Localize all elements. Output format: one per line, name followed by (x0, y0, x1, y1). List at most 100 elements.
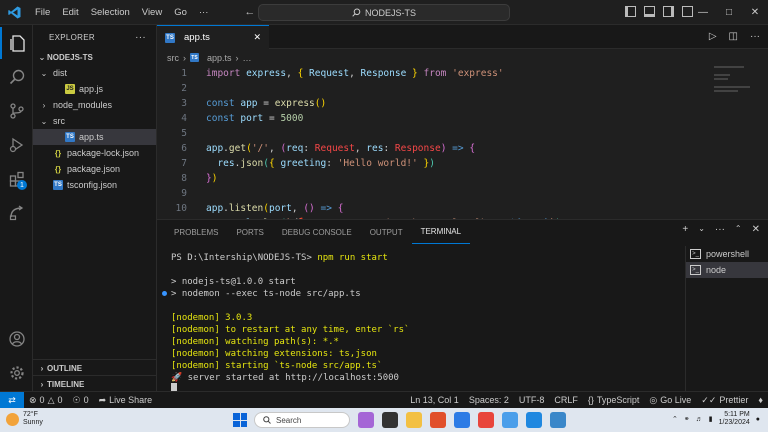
volume-icon[interactable]: ♬ (696, 416, 703, 423)
menu-go[interactable]: Go (168, 7, 193, 18)
file-tree-item[interactable]: ⌄ dist (33, 65, 156, 81)
notification-icon[interactable]: ● (756, 416, 760, 423)
code-editor[interactable]: 1 import express, { Request, Response } … (157, 66, 768, 219)
file-tree-item[interactable]: › node_modules (33, 97, 156, 113)
chevron-down-icon[interactable]: ⌄ (698, 224, 705, 235)
split-editor-icon[interactable]: ◫ (729, 31, 738, 42)
code-line: 1 import express, { Request, Response } … (157, 66, 717, 81)
go-live-button[interactable]: ◎ Go Live (644, 395, 696, 406)
taskbar-search[interactable]: Search (254, 412, 350, 428)
chrome-icon[interactable] (478, 412, 494, 428)
command-decoration-icon[interactable] (162, 291, 167, 296)
terminal-item-node[interactable]: >_ node (686, 262, 768, 278)
battery-icon[interactable]: ▮ (709, 415, 713, 423)
menu-edit[interactable]: Edit (56, 7, 84, 18)
maximize-panel-icon[interactable]: ⌃ (735, 224, 742, 235)
brave-browser-icon[interactable] (430, 412, 446, 428)
file-tree-item[interactable]: {} package-lock.json (33, 145, 156, 161)
breadcrumb-file[interactable]: app.ts (207, 53, 232, 63)
tab-ports[interactable]: PORTS (227, 220, 272, 244)
chevron-up-icon[interactable]: ⌃ (672, 415, 678, 423)
ports-status[interactable]: ☉ 0 (68, 395, 94, 406)
close-tab-icon[interactable]: ✕ (253, 32, 261, 43)
explorer-icon[interactable] (0, 27, 33, 59)
tab-debug-console[interactable]: DEBUG CONSOLE (273, 220, 361, 244)
minimize-icon[interactable]: — (690, 0, 716, 25)
tab-output[interactable]: OUTPUT (361, 220, 412, 244)
terminal-prompt: PS D:\Intership\NODEJS-TS> (171, 253, 318, 263)
prettier-status[interactable]: ✓✓ Prettier (696, 395, 753, 406)
editor-actions: ▷ ◫ ··· (709, 31, 760, 42)
json-file-icon: {} (54, 164, 62, 174)
bottom-panel: PROBLEMS PORTS DEBUG CONSOLE OUTPUT TERM… (157, 219, 768, 394)
file-tree-item[interactable]: TS app.ts (33, 129, 156, 145)
problems-status[interactable]: ⊗ 0 △ 0 (24, 395, 68, 406)
wifi-icon[interactable]: ⚭ (684, 415, 690, 423)
line-number: 5 (181, 128, 187, 139)
settings-gear-icon[interactable] (0, 357, 33, 389)
command-center-label: NODEJS-TS (364, 7, 416, 18)
toggle-secondary-sidebar-icon[interactable] (663, 6, 674, 17)
cursor-position[interactable]: Ln 13, Col 1 (405, 395, 464, 405)
more-actions-icon[interactable]: ··· (135, 32, 146, 43)
breadcrumb-folder[interactable]: src (167, 53, 179, 63)
extensions-badge: 1 (17, 180, 27, 190)
extensions-icon[interactable]: 1 (0, 163, 33, 195)
file-tree-item[interactable]: {} package.json (33, 161, 156, 177)
language-mode[interactable]: {} TypeScript (583, 395, 645, 405)
file-tree-item[interactable]: TS tsconfig.json (33, 177, 156, 193)
file-tree-item[interactable]: JS app.js (33, 81, 156, 97)
toggle-panel-icon[interactable] (644, 6, 655, 17)
end-of-line[interactable]: CRLF (549, 395, 583, 405)
title-bar: File Edit Selection View Go ··· ← → NODE… (0, 0, 768, 25)
terminal-output[interactable]: PS D:\Intership\NODEJS-TS> npm run start… (157, 244, 681, 394)
menu-selection[interactable]: Selection (85, 7, 136, 18)
close-panel-icon[interactable]: ✕ (752, 224, 760, 235)
chevron-down-icon: ⌄ (40, 116, 48, 126)
toggle-sidebar-icon[interactable] (625, 6, 636, 17)
new-terminal-icon[interactable]: + (682, 224, 688, 235)
back-arrow-icon[interactable]: ← (244, 6, 255, 18)
colorful-app-icon[interactable] (358, 412, 374, 428)
run-debug-icon[interactable] (0, 129, 33, 161)
file-tree-item[interactable]: ⌄ src (33, 113, 156, 129)
more-actions-icon[interactable]: ··· (715, 224, 725, 235)
start-button[interactable] (233, 413, 247, 427)
source-control-icon[interactable] (0, 95, 33, 127)
task-view-icon[interactable] (382, 412, 398, 428)
file-explorer-icon[interactable] (406, 412, 422, 428)
close-icon[interactable]: ✕ (742, 0, 768, 25)
outline-section[interactable]: › OUTLINE (33, 359, 157, 376)
more-actions-icon[interactable]: ··· (750, 31, 760, 42)
menu-file[interactable]: File (29, 7, 56, 18)
live-share-status[interactable]: ➦ Live Share (94, 395, 158, 406)
clock[interactable]: 5:11 PM 1/23/2024 (719, 411, 750, 427)
tab-terminal[interactable]: TERMINAL (411, 220, 471, 244)
explorer-title: EXPLORER (49, 32, 95, 42)
terminal-item-powershell[interactable]: >_ powershell (686, 246, 768, 262)
photos-icon[interactable] (550, 412, 566, 428)
remote-indicator-icon[interactable]: ⇄ (0, 391, 24, 409)
indentation[interactable]: Spaces: 2 (464, 395, 514, 405)
run-icon[interactable]: ▷ (709, 31, 717, 42)
tab-app-ts[interactable]: TS app.ts ✕ (157, 25, 269, 49)
encoding[interactable]: UTF-8 (514, 395, 550, 405)
minimap[interactable] (714, 66, 754, 106)
weather-widget[interactable]: 72°F Sunny (6, 411, 43, 427)
terminal-line: [nodemon] to restart at any time, enter … (171, 325, 410, 335)
vscode-taskbar-icon[interactable] (526, 412, 542, 428)
menu-view[interactable]: View (136, 7, 168, 18)
breadcrumb-more[interactable]: … (243, 53, 252, 63)
accounts-icon[interactable] (0, 323, 33, 355)
search-icon[interactable] (0, 61, 33, 93)
app-icon[interactable] (502, 412, 518, 428)
store-icon[interactable] (454, 412, 470, 428)
command-center[interactable]: NODEJS-TS (258, 4, 510, 21)
timeline-section[interactable]: › TIMELINE (33, 375, 157, 392)
notifications-bell-icon[interactable]: ♦ (753, 395, 768, 405)
tab-problems[interactable]: PROBLEMS (165, 220, 227, 244)
project-folder-header[interactable]: ⌄ NODEJS-TS (33, 49, 156, 65)
maximize-icon[interactable]: □ (716, 0, 742, 25)
remote-explorer-icon[interactable] (0, 197, 33, 229)
menu-more[interactable]: ··· (193, 7, 215, 18)
